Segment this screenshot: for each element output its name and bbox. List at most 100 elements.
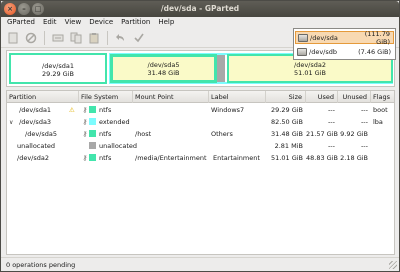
fs-color-swatch [89,106,96,113]
file-system: unallocated [99,142,138,150]
paste-icon[interactable] [86,30,102,46]
fs-color-swatch [89,142,96,149]
size: 31.48 GiB [271,130,303,138]
partition-name: unallocated [17,142,56,150]
new-icon[interactable] [5,30,21,46]
used: --- [327,118,335,126]
column-header-mount-point[interactable]: Mount Point [133,91,209,103]
partition-size: 51.01 GiB [294,69,326,77]
table-row[interactable]: ∨ /dev/sda3 ⚷ extended 82.50 GiB --- --- … [7,116,394,128]
key-icon: ⚷ [82,106,88,114]
size: 82.50 GiB [271,118,303,126]
size: 51.01 GiB [271,154,303,162]
device-size: (111.79 GiB) [364,29,390,46]
fs-color-swatch [89,118,96,125]
label: Others [211,130,233,138]
label: Windows7 [211,106,245,114]
fs-color-swatch [89,130,96,137]
menu-partition[interactable]: Partition [121,17,150,28]
column-header-file-system[interactable]: File System [79,91,133,103]
key-icon: ⚷ [82,118,88,126]
device-size: (7.46 GiB) [358,47,391,56]
device-selector[interactable]: /dev/sda (111.79 GiB) /dev/sdb (7.46 GiB… [293,28,396,60]
used: 21.57 GiB [306,130,338,138]
column-header-used[interactable]: Used [306,91,338,103]
key-icon: ⚷ [82,130,88,138]
delete-icon[interactable] [23,30,39,46]
toolbar-separator [44,30,45,45]
partition-size: 31.48 GiB [147,69,180,77]
flags [373,152,394,164]
table-header: Partition File System Mount Point Label … [7,91,394,103]
unused: --- [360,142,368,150]
title-bar[interactable]: × – □ /dev/sda - GParted [1,1,399,17]
device-name: /dev/sdb [309,47,337,56]
file-system: ntfs [99,154,112,162]
status-bar: 0 operations pending [1,257,399,271]
unused: 2.18 GiB [340,154,368,162]
mount-point: /host [135,130,152,138]
column-header-size[interactable]: Size [266,91,306,103]
menu-bar: GParted Edit View Device Partition Help [1,17,399,28]
partition-table: Partition File System Mount Point Label … [6,90,395,255]
column-header-unused[interactable]: Unused [338,91,371,103]
device-item-sdb[interactable]: /dev/sdb (7.46 GiB) [295,45,394,58]
flags: lba [373,118,383,126]
window-title: /dev/sda - GParted [160,4,240,13]
toolbar-separator [107,30,108,45]
column-header-label[interactable]: Label [209,91,266,103]
label: Entartainment [213,154,260,162]
partition-name: /dev/sda1 [42,62,74,70]
table-row[interactable]: /dev/sda5 ⚷ ntfs /host Others 31.48 GiB 2… [7,128,394,140]
partition-name: /dev/sda5 [25,130,57,138]
warning-icon: ⚠ [69,106,75,114]
gparted-window: × – □ /dev/sda - GParted GParted Edit Vi… [0,0,400,272]
copy-icon[interactable] [68,30,84,46]
flags: boot [373,106,388,114]
harddisk-icon [297,47,307,56]
menu-help[interactable]: Help [158,17,174,28]
table-row[interactable]: /dev/sda1 ⚠ ⚷ ntfs Windows7 29.29 GiB ---… [7,104,394,116]
device-item-sda[interactable]: /dev/sda (111.79 GiB) [295,29,394,46]
device-name: /dev/sda [310,33,338,42]
harddisk-icon [298,33,308,42]
unused: 9.92 GiB [340,130,368,138]
file-system: extended [99,118,130,126]
resize-grip-icon[interactable] [389,261,397,269]
disk-map-partition-sda1[interactable]: /dev/sda1 29.29 GiB [9,53,107,84]
undo-icon[interactable] [113,30,129,46]
menu-gparted[interactable]: GParted [7,17,35,28]
partition-name: /dev/sda2 [294,61,326,69]
fs-color-swatch [89,154,96,161]
used: 48.83 GiB [306,154,338,162]
menu-device[interactable]: Device [89,17,113,28]
partition-size: 29.29 GiB [42,70,74,78]
table-row[interactable]: unallocated unallocated 2.81 MiB --- --- [7,140,394,152]
resize-icon[interactable] [50,30,66,46]
apply-icon[interactable] [131,30,147,46]
file-system: ntfs [99,106,112,114]
partition-name: /dev/sda3 [19,118,52,126]
partition-name: /dev/sda2 [17,154,49,162]
disk-map-unallocated[interactable] [217,55,225,82]
used: --- [327,142,335,150]
disk-map-partition-sda5[interactable]: /dev/sda5 31.48 GiB [110,54,217,83]
partition-name: /dev/sda5 [147,61,180,69]
mount-point [135,104,209,116]
column-header-flags[interactable]: Flags [371,91,394,103]
used: --- [327,106,335,114]
menu-view[interactable]: View [65,17,82,28]
column-header-partition[interactable]: Partition [7,91,79,103]
table-row[interactable]: /dev/sda2 ⚷ ntfs /media/Entertainment Ent… [7,152,394,164]
file-system: ntfs [99,130,112,138]
partition-name: /dev/sda1 [19,106,52,114]
unused: --- [360,106,368,114]
status-text: 0 operations pending [6,261,76,269]
menu-edit[interactable]: Edit [43,17,57,28]
size: 29.29 GiB [271,106,303,114]
unused: --- [360,118,368,126]
mount-point: /media/Entertainment [135,154,207,162]
key-icon: ⚷ [82,154,88,162]
size: 2.81 MiB [274,142,303,150]
flags [373,128,394,140]
